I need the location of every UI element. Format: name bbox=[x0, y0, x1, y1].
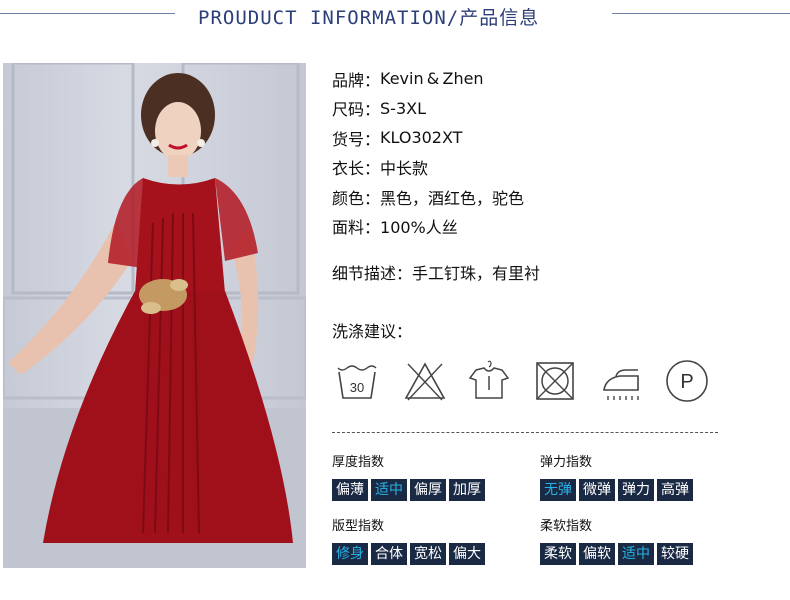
thickness-chips: 偏薄 适中 偏厚 加厚 bbox=[332, 479, 488, 501]
fit-index: 版型指数 修身 合体 宽松 偏大 bbox=[332, 517, 488, 565]
fit-chips: 修身 合体 宽松 偏大 bbox=[332, 543, 488, 565]
chip-option: 加厚 bbox=[449, 479, 485, 501]
spec-list: 品牌： Kevin & Zhen 尺码： S-3XL 货号： KLO302XT … bbox=[332, 64, 524, 241]
chip-option: 偏厚 bbox=[410, 479, 446, 501]
elasticity-index: 弹力指数 无弹 微弹 弹力 高弹 bbox=[540, 453, 696, 501]
section-title: PROUDUCT INFORMATION/产品信息 bbox=[198, 7, 540, 29]
spec-label: 颜色： bbox=[332, 188, 381, 208]
detail-value: 手工钉珠，有里衬 bbox=[412, 264, 541, 283]
header-rule-right bbox=[612, 13, 790, 14]
iron-icon bbox=[603, 369, 639, 400]
no-bleach-icon bbox=[404, 362, 446, 401]
header-rule-left bbox=[0, 13, 175, 14]
elasticity-chips: 无弹 微弹 弹力 高弹 bbox=[540, 479, 696, 501]
spec-label: 尺码： bbox=[332, 100, 381, 120]
dry-clean-p-icon: P bbox=[666, 360, 708, 402]
chip-option: 微弹 bbox=[579, 479, 615, 501]
fit-index-title: 版型指数 bbox=[332, 519, 385, 534]
spec-label: 衣长： bbox=[332, 159, 381, 179]
chip-option-selected: 无弹 bbox=[540, 479, 576, 501]
spec-row-size: 尺码： S-3XL bbox=[332, 94, 524, 124]
spec-value: KLO302XT bbox=[380, 128, 463, 148]
chip-option-selected: 适中 bbox=[618, 543, 654, 565]
no-tumble-dry-icon bbox=[536, 362, 574, 400]
chip-option: 较硬 bbox=[657, 543, 693, 565]
chip-option: 宽松 bbox=[410, 543, 446, 565]
thickness-index: 厚度指数 偏薄 适中 偏厚 加厚 bbox=[332, 453, 488, 501]
dry-clean-letter: P bbox=[680, 371, 693, 393]
spec-value: 黑色，酒红色，驼色 bbox=[380, 188, 525, 208]
chip-option: 高弹 bbox=[657, 479, 693, 501]
softness-index: 柔软指数 柔软 偏软 适中 较硬 bbox=[540, 517, 696, 565]
chip-option-selected: 修身 bbox=[332, 543, 368, 565]
spec-row-brand: 品牌： Kevin & Zhen bbox=[332, 64, 524, 94]
spec-row-length: 衣长： 中长款 bbox=[332, 153, 524, 183]
product-photo bbox=[3, 63, 306, 568]
softness-index-title: 柔软指数 bbox=[540, 519, 593, 534]
chip-option: 偏软 bbox=[579, 543, 615, 565]
spec-value: 中长款 bbox=[380, 159, 429, 179]
spec-value: Kevin & Zhen bbox=[380, 69, 484, 89]
dashed-divider bbox=[332, 432, 718, 433]
detail-label: 细节描述： bbox=[332, 264, 413, 283]
spec-row-fabric: 面料： 100%人丝 bbox=[332, 212, 524, 242]
chip-option: 偏薄 bbox=[332, 479, 368, 501]
spec-value: S-3XL bbox=[380, 98, 426, 118]
detail-description: 细节描述： 手工钉珠，有里衬 bbox=[332, 260, 540, 284]
wash-temp-label: 30 bbox=[350, 380, 364, 395]
washing-title: 洗涤建议： bbox=[332, 322, 413, 341]
elasticity-index-title: 弹力指数 bbox=[540, 455, 593, 470]
spec-label: 货号： bbox=[332, 129, 381, 149]
chip-option: 弹力 bbox=[618, 479, 654, 501]
dress-model-illustration bbox=[3, 63, 306, 568]
section-header: PROUDUCT INFORMATION/产品信息 bbox=[0, 0, 790, 34]
wash-30-icon: 30 bbox=[337, 365, 377, 399]
spec-value: 100%人丝 bbox=[380, 218, 458, 238]
chip-option: 合体 bbox=[371, 543, 407, 565]
chip-option: 柔软 bbox=[540, 543, 576, 565]
spec-row-color: 颜色： 黑色，酒红色，驼色 bbox=[332, 182, 524, 212]
hang-dry-icon bbox=[468, 360, 510, 399]
softness-chips: 柔软 偏软 适中 较硬 bbox=[540, 543, 696, 565]
chip-option-selected: 适中 bbox=[371, 479, 407, 501]
care-icon-row: 30 P bbox=[332, 358, 722, 408]
spec-label: 品牌： bbox=[332, 70, 381, 90]
thickness-index-title: 厚度指数 bbox=[332, 455, 385, 470]
spec-label: 面料： bbox=[332, 218, 381, 238]
chip-option: 偏大 bbox=[449, 543, 485, 565]
spec-row-item-number: 货号： KLO302XT bbox=[332, 123, 524, 153]
